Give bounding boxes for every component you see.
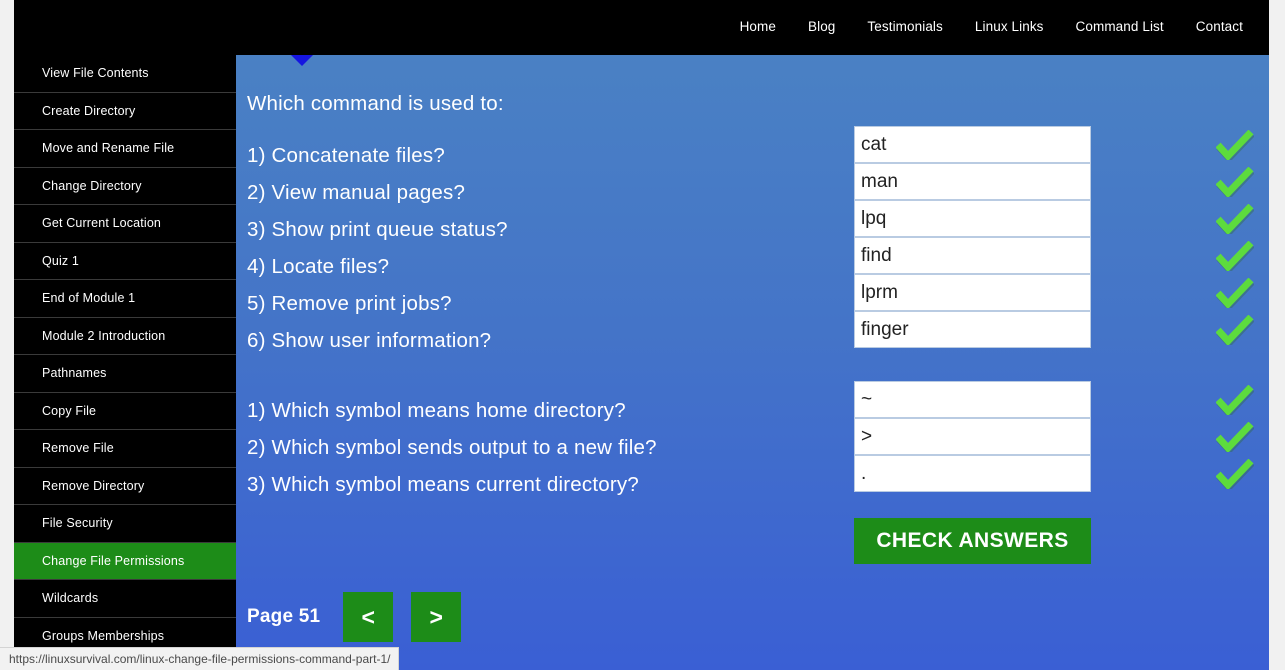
- question-text: 2) Which symbol sends output to a new fi…: [247, 436, 657, 459]
- sidebar-item-label: View File Contents: [42, 66, 149, 81]
- check-mark-icon: [1216, 458, 1254, 489]
- next-page-button[interactable]: >: [411, 592, 462, 642]
- quiz-heading: Which command is used to:: [247, 92, 504, 115]
- sidebar-item-create-directory[interactable]: Create Directory: [14, 92, 236, 130]
- sidebar-item-copy-file[interactable]: Copy File: [14, 392, 236, 430]
- sidebar-item-get-current-location[interactable]: Get Current Location: [14, 205, 236, 243]
- question-text: 6) Show user information?: [247, 329, 492, 352]
- answer-input[interactable]: [854, 237, 1091, 274]
- question-text: 5) Remove print jobs?: [247, 292, 452, 315]
- question-group-1-list: 1) Concatenate files? 2) View manual pag…: [247, 137, 508, 359]
- result-row: [1212, 126, 1258, 163]
- question-text: 3) Which symbol means current directory?: [247, 473, 639, 496]
- sidebar-item-end-of-module-1[interactable]: End of Module 1: [14, 280, 236, 318]
- question-text: 1) Concatenate files?: [247, 144, 445, 167]
- sidebar-item-label: Module 2 Introduction: [42, 328, 166, 343]
- result-row: [1212, 381, 1258, 418]
- answer-input[interactable]: [854, 418, 1091, 455]
- check-mark-icon: [1216, 240, 1254, 271]
- sidebar-item-view-file-contents[interactable]: View File Contents: [14, 55, 236, 93]
- result-row: [1212, 418, 1258, 455]
- sidebar-item-label: Wildcards: [42, 591, 99, 606]
- sidebar-item-pathnames[interactable]: Pathnames: [14, 355, 236, 393]
- result-row: [1212, 274, 1258, 311]
- answer-input[interactable]: [854, 274, 1091, 311]
- check-mark-icon: [1216, 203, 1254, 234]
- check-mark-icon: [1216, 129, 1254, 160]
- answer-input[interactable]: [854, 381, 1091, 418]
- browser-page: Home Blog Testimonials Linux Links Comma…: [0, 0, 1285, 670]
- sidebar-item-quiz-1[interactable]: Quiz 1: [14, 242, 236, 280]
- answer-inputs-group-2: [854, 381, 1091, 492]
- check-mark-icon: [1216, 421, 1254, 452]
- sidebar-item-remove-file[interactable]: Remove File: [14, 430, 236, 468]
- sidebar-item-label: Groups Memberships: [42, 628, 165, 643]
- sidebar-item-label: Change Directory: [42, 178, 142, 193]
- answer-input[interactable]: [854, 455, 1091, 492]
- check-answers-button[interactable]: CHECK ANSWERS: [854, 518, 1091, 564]
- result-row: [1212, 237, 1258, 274]
- nav-link-testimonials[interactable]: Testimonials: [851, 18, 958, 36]
- sidebar-item-label: Pathnames: [42, 366, 107, 381]
- nav-link-command-list[interactable]: Command List: [1060, 18, 1180, 36]
- answer-input[interactable]: [854, 126, 1091, 163]
- top-nav-links: Home Blog Testimonials Linux Links Comma…: [724, 18, 1259, 36]
- sidebar-item-remove-directory[interactable]: Remove Directory: [14, 467, 236, 505]
- sidebar-navigation: View File Contents Create Directory Move…: [14, 55, 236, 670]
- question-text: 4) Locate files?: [247, 255, 390, 278]
- top-navigation-bar: Home Blog Testimonials Linux Links Comma…: [14, 0, 1269, 55]
- answer-input[interactable]: [854, 163, 1091, 200]
- question-group-2-list: 1) Which symbol means home directory? 2)…: [247, 392, 657, 503]
- question-text: 3) Show print queue status?: [247, 218, 508, 241]
- quiz-panel: Which command is used to: 1) Concatenate…: [236, 52, 1269, 670]
- sidebar-item-move-and-rename-file[interactable]: Move and Rename File: [14, 130, 236, 168]
- sidebar-item-label: End of Module 1: [42, 291, 136, 306]
- sidebar-item-label: Move and Rename File: [42, 141, 175, 156]
- sidebar-item-wildcards[interactable]: Wildcards: [14, 580, 236, 618]
- sidebar-item-label: Copy File: [42, 403, 97, 418]
- check-mark-icon: [1216, 384, 1254, 415]
- check-mark-icon: [1216, 314, 1254, 345]
- answer-inputs-group-1: [854, 126, 1091, 348]
- answer-input[interactable]: [854, 200, 1091, 237]
- sidebar-item-label: File Security: [42, 516, 113, 531]
- result-icons-group-2: [1212, 381, 1258, 492]
- sidebar-item-label: Quiz 1: [42, 253, 80, 268]
- result-row: [1212, 163, 1258, 200]
- sidebar-item-label: Remove File: [42, 441, 114, 456]
- sidebar-item-change-directory[interactable]: Change Directory: [14, 167, 236, 205]
- page-number-label: Page 51: [247, 606, 321, 627]
- sidebar-item-module-2-introduction[interactable]: Module 2 Introduction: [14, 317, 236, 355]
- result-row: [1212, 311, 1258, 348]
- sidebar-item-file-security[interactable]: File Security: [14, 505, 236, 543]
- question-text: 2) View manual pages?: [247, 181, 466, 204]
- status-bar-url: https://linuxsurvival.com/linux-change-f…: [9, 652, 391, 666]
- answer-input[interactable]: [854, 311, 1091, 348]
- nav-link-contact[interactable]: Contact: [1180, 18, 1259, 36]
- sidebar-item-label: Create Directory: [42, 103, 136, 118]
- sidebar-item-label: Get Current Location: [42, 216, 162, 231]
- check-mark-icon: [1216, 166, 1254, 197]
- sidebar-item-label: Change File Permissions: [42, 553, 185, 568]
- previous-page-button[interactable]: <: [343, 592, 394, 642]
- result-icons-group-1: [1212, 126, 1258, 348]
- question-text: 1) Which symbol means home directory?: [247, 399, 626, 422]
- status-bar: https://linuxsurvival.com/linux-change-f…: [0, 647, 400, 670]
- nav-link-blog[interactable]: Blog: [792, 18, 851, 36]
- sidebar-item-label: Remove Directory: [42, 478, 145, 493]
- pager: Page 51 < >: [247, 592, 479, 642]
- result-row: [1212, 455, 1258, 492]
- check-mark-icon: [1216, 277, 1254, 308]
- nav-link-home[interactable]: Home: [724, 18, 792, 36]
- result-row: [1212, 200, 1258, 237]
- nav-link-linux-links[interactable]: Linux Links: [959, 18, 1060, 36]
- sidebar-item-change-file-permissions[interactable]: Change File Permissions: [14, 542, 236, 580]
